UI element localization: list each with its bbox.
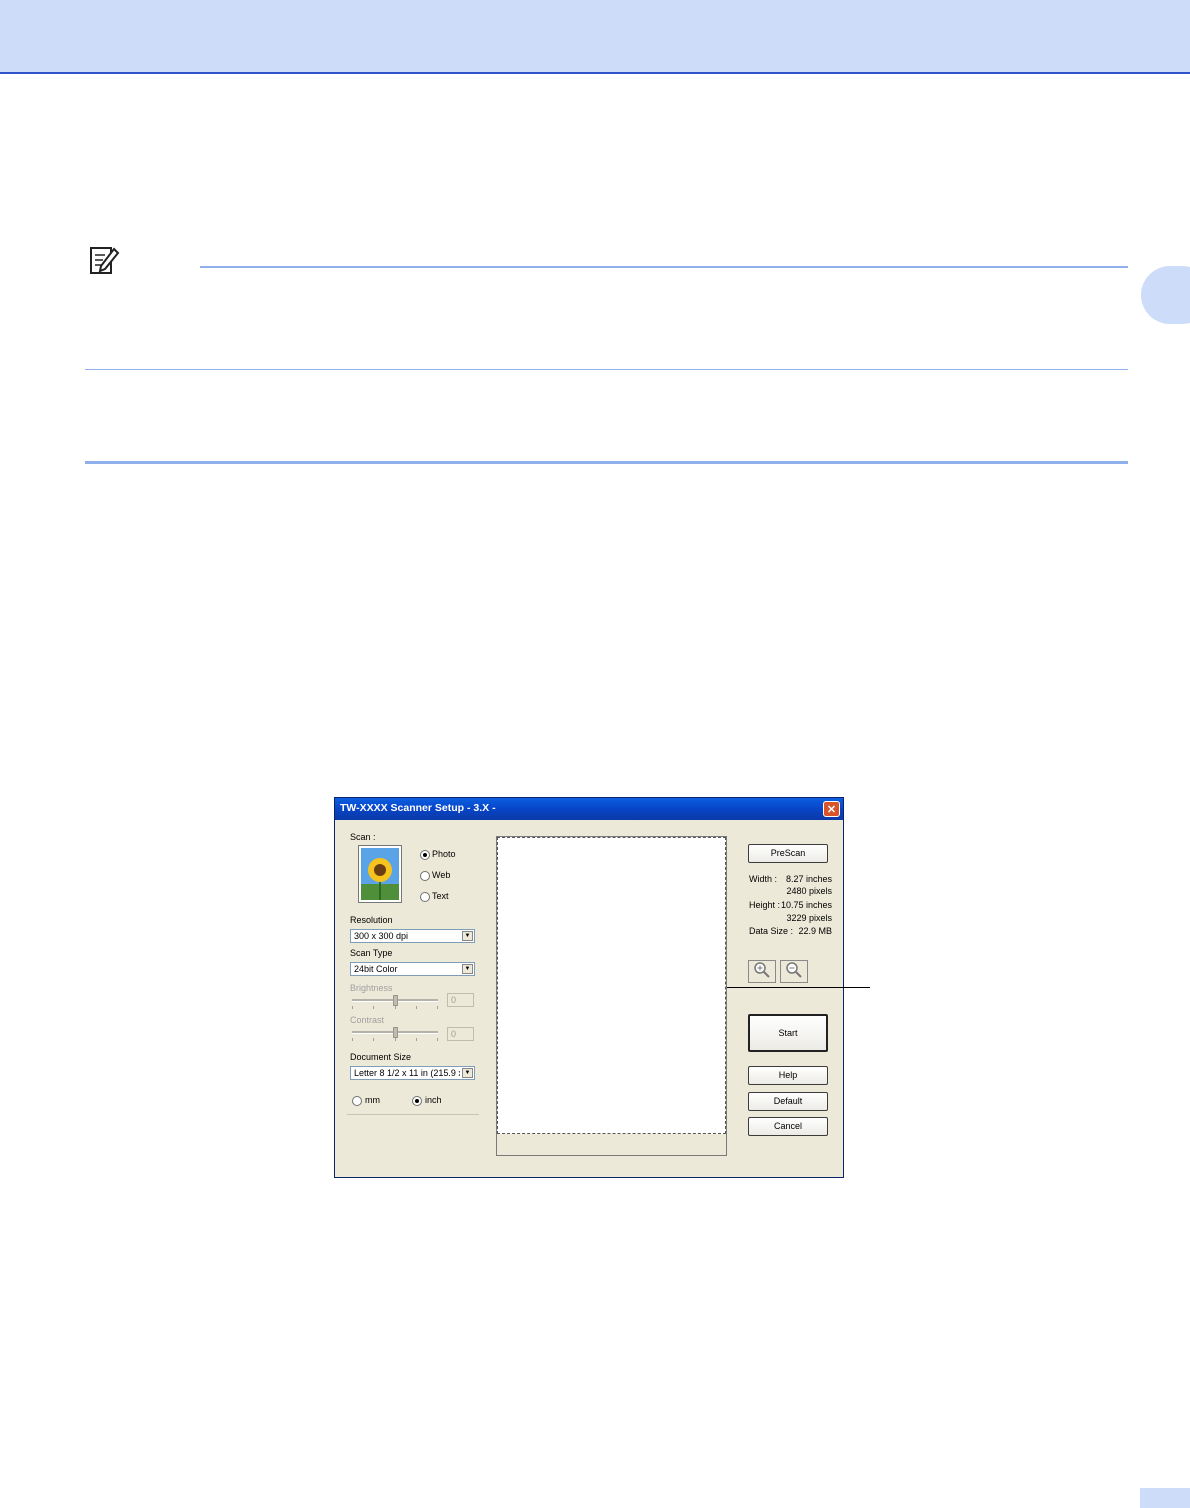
- zoom-in-icon[interactable]: [748, 960, 776, 983]
- document-size-value: Letter 8 1/2 x 11 in (215.9 x: [354, 1068, 460, 1078]
- dialog-titlebar: TW-XXXX Scanner Setup - 3.X - ✕: [335, 798, 843, 820]
- slider-tick: [395, 1006, 396, 1009]
- scan-label: Scan :: [350, 832, 376, 842]
- scan-region-selection[interactable]: [497, 837, 726, 1134]
- left-panel-divider: [347, 1114, 479, 1115]
- height-inches: 10.75 inches: [780, 900, 832, 910]
- scan-type-select[interactable]: 24bit Color ▼: [350, 962, 475, 976]
- contrast-slider-thumb[interactable]: [393, 1027, 398, 1038]
- section-rule: [85, 461, 1128, 464]
- radio-web[interactable]: [420, 871, 430, 881]
- resolution-value: 300 x 300 dpi: [354, 931, 409, 941]
- preview-area[interactable]: [496, 836, 727, 1156]
- resolution-select[interactable]: 300 x 300 dpi ▼: [350, 929, 475, 943]
- start-button[interactable]: Start: [748, 1014, 828, 1052]
- slider-tick: [437, 1038, 438, 1041]
- slider-tick: [373, 1038, 374, 1041]
- slider-tick: [416, 1038, 417, 1041]
- callout-line: [727, 987, 870, 988]
- data-size-value: 22.9 MB: [798, 926, 832, 936]
- slider-tick: [352, 1006, 353, 1009]
- resolution-label: Resolution: [350, 915, 393, 925]
- width-inches: 8.27 inches: [785, 874, 832, 884]
- contrast-label: Contrast: [350, 1015, 385, 1025]
- radio-mm[interactable]: [352, 1096, 362, 1106]
- chevron-down-icon: ▼: [462, 931, 473, 941]
- prescan-button[interactable]: PreScan: [748, 844, 828, 863]
- radio-photo[interactable]: [420, 850, 430, 860]
- document-size-label: Document Size: [350, 1052, 412, 1062]
- contrast-value-box[interactable]: 0: [447, 1027, 474, 1041]
- radio-web-label: Web: [432, 870, 451, 880]
- cancel-button[interactable]: Cancel: [748, 1117, 828, 1136]
- page-number-tab: [1140, 1488, 1190, 1508]
- scan-type-label: Scan Type: [350, 948, 393, 958]
- zoom-out-icon[interactable]: [780, 960, 808, 983]
- slider-tick: [352, 1038, 353, 1041]
- width-pixels: 2480 pixels: [786, 886, 832, 896]
- radio-text-label: Text: [432, 891, 449, 901]
- close-button[interactable]: ✕: [823, 801, 840, 817]
- slider-tick: [437, 1006, 438, 1009]
- radio-text[interactable]: [420, 892, 430, 902]
- radio-photo-label: Photo: [432, 849, 456, 859]
- brightness-slider-thumb[interactable]: [393, 995, 398, 1006]
- brightness-label: Brightness: [350, 983, 393, 993]
- sunflower-preview-icon: [358, 845, 402, 903]
- radio-inch-label: inch: [425, 1095, 442, 1105]
- note-icon: [88, 245, 120, 277]
- dialog-title: TW-XXXX Scanner Setup - 3.X -: [340, 802, 496, 814]
- note-rule: [200, 266, 1128, 268]
- slider-tick: [416, 1006, 417, 1009]
- width-label: Width :: [749, 874, 778, 884]
- chapter-tab: [1141, 266, 1190, 324]
- chevron-down-icon: ▼: [462, 964, 473, 974]
- scan-type-value: 24bit Color: [354, 964, 398, 974]
- brightness-value-box[interactable]: 0: [447, 993, 474, 1007]
- slider-tick: [395, 1038, 396, 1041]
- default-button[interactable]: Default: [748, 1092, 828, 1111]
- chevron-down-icon: ▼: [462, 1068, 473, 1078]
- radio-mm-label: mm: [365, 1095, 380, 1105]
- slider-tick: [373, 1006, 374, 1009]
- data-size-label: Data Size :: [749, 926, 794, 936]
- height-label: Height :: [749, 900, 781, 910]
- height-pixels: 3229 pixels: [786, 913, 832, 923]
- document-size-select[interactable]: Letter 8 1/2 x 11 in (215.9 x ▼: [350, 1066, 475, 1080]
- help-button[interactable]: Help: [748, 1066, 828, 1085]
- page-header-band: [0, 0, 1190, 74]
- radio-inch[interactable]: [412, 1096, 422, 1106]
- note-bottom-rule: [85, 369, 1128, 370]
